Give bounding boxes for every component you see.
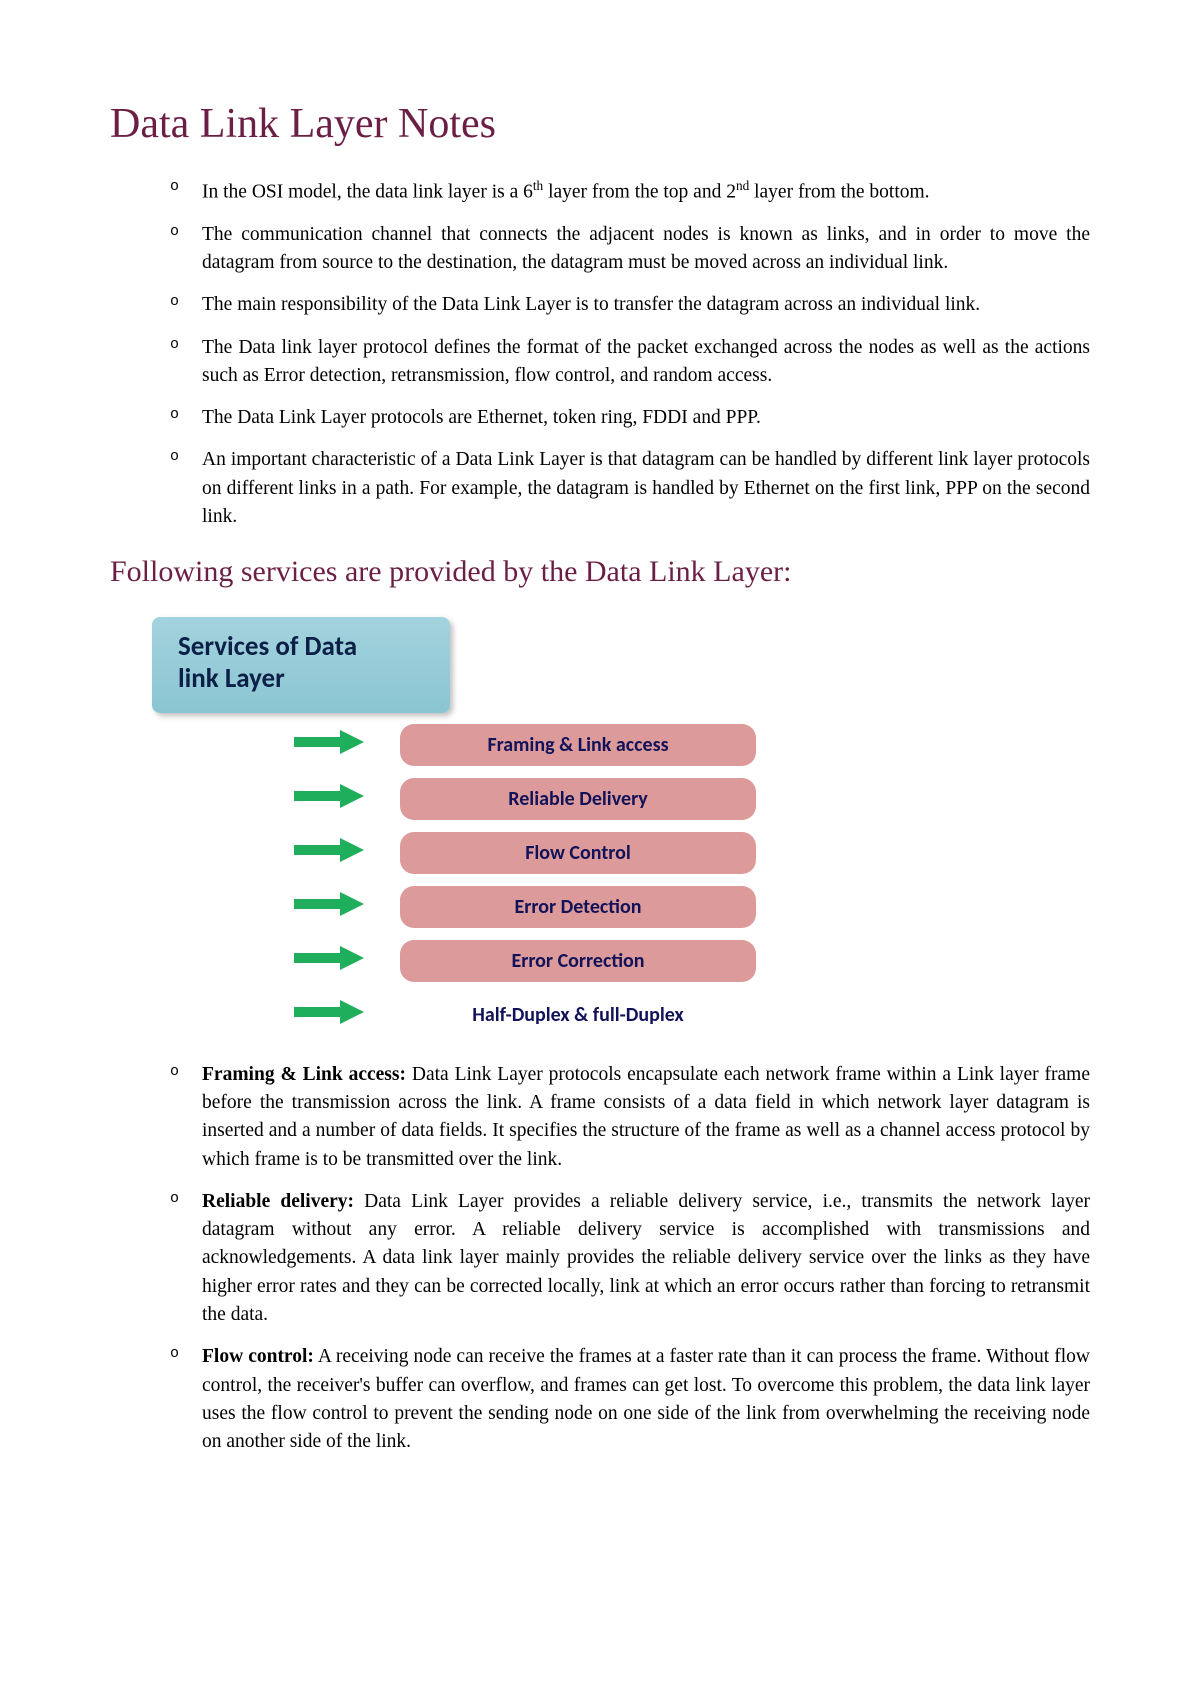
diagram-row: Reliable Delivery (152, 777, 832, 821)
diagram-header-box: Services of Data link Layer (152, 617, 450, 713)
arrow-icon (292, 943, 368, 978)
diagram-row: Half-Duplex & full-Duplex (152, 993, 832, 1037)
detail-title: Framing & Link access: (202, 1064, 406, 1085)
arrow-icon (292, 727, 368, 762)
list-item: Reliable delivery: Data Link Layer provi… (170, 1188, 1090, 1329)
detail-title: Flow control: (202, 1346, 314, 1367)
services-diagram: Services of Data link Layer Framing & Li… (152, 617, 832, 1037)
diagram-row: Error Detection (152, 885, 832, 929)
arrow-icon (292, 835, 368, 870)
service-box-flow-control: Flow Control (400, 832, 756, 874)
list-item: The communication channel that connects … (170, 221, 1090, 278)
diagram-row: Flow Control (152, 831, 832, 875)
text-fragment: In the OSI model, the data link layer is… (202, 182, 533, 203)
list-item: An important characteristic of a Data Li… (170, 446, 1090, 531)
service-box-duplex: Half-Duplex & full-Duplex (400, 994, 756, 1036)
list-item: The main responsibility of the Data Link… (170, 291, 1090, 319)
superscript: th (533, 178, 543, 193)
intro-list: In the OSI model, the data link layer is… (110, 176, 1090, 531)
superscript: nd (736, 178, 749, 193)
diagram-row: Framing & Link access (152, 723, 832, 767)
service-box-reliable: Reliable Delivery (400, 778, 756, 820)
service-box-error-detection: Error Detection (400, 886, 756, 928)
list-item: In the OSI model, the data link layer is… (170, 176, 1090, 207)
diagram-header-line2: link Layer (178, 663, 424, 695)
list-item: The Data link layer protocol defines the… (170, 334, 1090, 391)
text-fragment: layer from the bottom. (749, 182, 929, 203)
diagram-header-line1: Services of Data (178, 631, 424, 663)
section-subtitle: Following services are provided by the D… (110, 555, 1090, 589)
list-item: The Data Link Layer protocols are Ethern… (170, 404, 1090, 432)
detail-title: Reliable delivery: (202, 1191, 354, 1212)
arrow-icon (292, 997, 368, 1032)
service-box-framing: Framing & Link access (400, 724, 756, 766)
document-page: Data Link Layer Notes In the OSI model, … (0, 0, 1200, 1556)
arrow-icon (292, 781, 368, 816)
service-box-error-correction: Error Correction (400, 940, 756, 982)
details-list: Framing & Link access: Data Link Layer p… (110, 1061, 1090, 1456)
diagram-row: Error Correction (152, 939, 832, 983)
list-item: Framing & Link access: Data Link Layer p… (170, 1061, 1090, 1174)
list-item: Flow control: A receiving node can recei… (170, 1343, 1090, 1456)
detail-body: A receiving node can receive the frames … (202, 1346, 1090, 1452)
text-fragment: layer from the top and 2 (543, 182, 736, 203)
arrow-icon (292, 889, 368, 924)
page-title: Data Link Layer Notes (110, 100, 1090, 148)
